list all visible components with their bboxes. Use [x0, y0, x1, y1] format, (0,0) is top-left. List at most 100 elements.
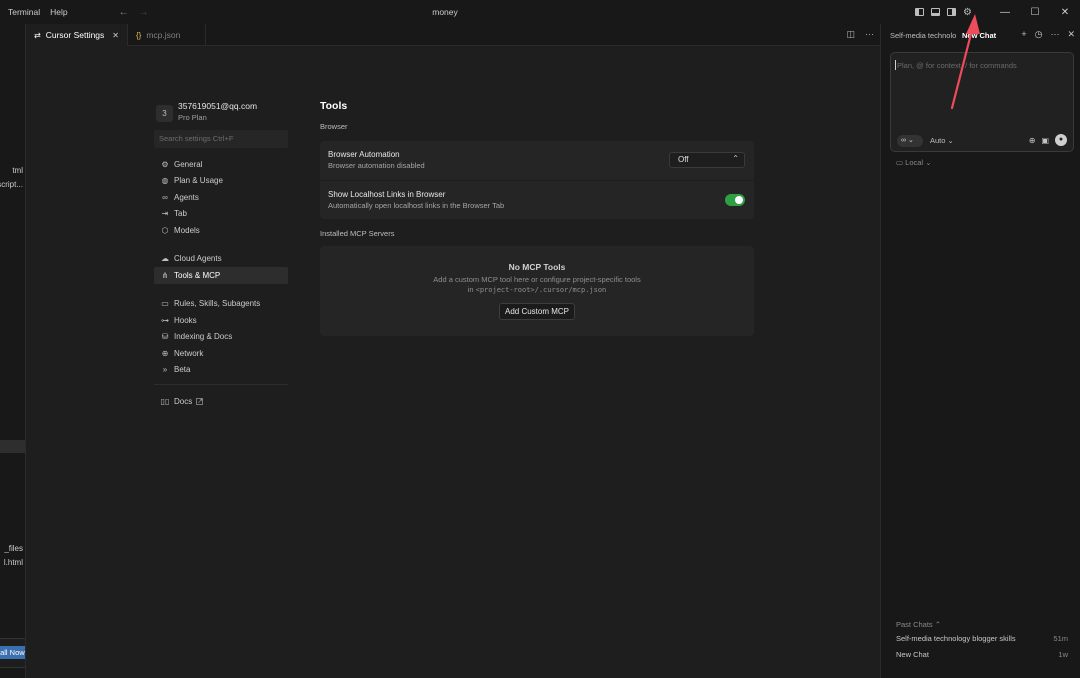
toggle-secondary-sidebar-icon[interactable]	[947, 8, 957, 16]
chevron-updown-icon: ⌃	[732, 154, 739, 163]
tab-label: mcp.json	[146, 30, 181, 40]
add-custom-mcp-button[interactable]: Add Custom MCP	[498, 303, 576, 320]
past-chats-heading[interactable]: Past Chats ⌃	[896, 620, 941, 629]
maximize-button[interactable]: ☐	[1020, 7, 1050, 18]
model-selector[interactable]: Auto ⌄	[930, 136, 954, 145]
past-chat-title: Self-media technology blogger skills	[896, 634, 1016, 643]
nav-item-beta[interactable]: » Beta	[154, 362, 288, 379]
nav-item-label: Agents	[174, 192, 199, 202]
nav-item-general[interactable]: ⚙ General	[154, 156, 288, 173]
explorer-sidebar-fragment: tml script... _files l.html tall Now	[0, 24, 26, 678]
explorer-item[interactable]: script...	[0, 180, 23, 189]
page-title: Tools	[320, 100, 348, 112]
settings-nav: ⚙ General ◍ Plan & Usage ∞ Agents ⇥ Tab …	[154, 156, 288, 410]
nav-item-label: Beta	[174, 365, 191, 375]
editor-area: ⇄ Cursor Settings ✕ {} mcp.json ◫ ··· 3 …	[26, 24, 880, 678]
close-window-button[interactable]: ✕	[1050, 7, 1080, 18]
agent-mode-selector[interactable]: ∞ ⌄	[897, 135, 923, 147]
past-chat-title: New Chat	[896, 650, 929, 659]
explorer-item[interactable]: tml	[12, 166, 23, 175]
gear-icon: ⚙	[161, 159, 169, 169]
chat-panel: Self-media technolo New Chat + ◷ ··· ✕ P…	[880, 24, 1080, 678]
explorer-item[interactable]: l.html	[4, 558, 23, 567]
plus-icon[interactable]: +	[1021, 29, 1026, 40]
settings-sliders-icon: ⇄	[34, 30, 41, 40]
model-label: Auto	[930, 136, 946, 145]
nav-item-label: Tab	[174, 209, 187, 219]
nav-item-cloud-agents[interactable]: ☁ Cloud Agents	[154, 251, 288, 268]
nav-divider	[154, 384, 288, 385]
chat-tab-new-chat[interactable]: New Chat	[962, 31, 996, 40]
nav-item-models[interactable]: ⬡ Models	[154, 222, 288, 239]
nav-item-hooks[interactable]: ⊶ Hooks	[154, 312, 288, 329]
empty-state-title: No MCP Tools	[508, 262, 566, 272]
nav-item-tab[interactable]: ⇥ Tab	[154, 206, 288, 223]
past-chat-time: 1w	[1058, 650, 1068, 659]
nav-item-rules[interactable]: ▭ Rules, Skills, Subagents	[154, 296, 288, 313]
settings-search-input[interactable]: Search settings Ctrl+F	[154, 130, 288, 148]
more-actions-icon[interactable]: ···	[865, 29, 874, 40]
past-chat-item[interactable]: New Chat 1w	[896, 650, 1068, 659]
toggle-primary-sidebar-icon[interactable]	[915, 8, 925, 16]
nav-item-label: General	[174, 159, 203, 169]
external-link-icon: ↗	[196, 397, 204, 405]
past-chats-label: Past Chats	[896, 620, 933, 629]
mcp-section-heading: Installed MCP Servers	[320, 229, 395, 238]
browser-settings-card: Browser Automation Browser automation di…	[320, 141, 754, 219]
chat-input-placeholder: Plan, @ for context, / for commands	[895, 60, 1017, 70]
chat-actions: + ◷ ··· ✕	[1021, 29, 1075, 40]
nav-item-label: Tools & MCP	[174, 270, 221, 280]
image-icon[interactable]: ▣	[1041, 136, 1049, 145]
browser-automation-select[interactable]: Off ⌃	[669, 152, 745, 168]
chevrons-icon: »	[162, 365, 168, 375]
browser-automation-row: Browser Automation Browser automation di…	[320, 141, 754, 180]
nav-item-agents[interactable]: ∞ Agents	[154, 189, 288, 206]
nav-item-label: Cloud Agents	[174, 254, 222, 264]
explorer-item[interactable]: _files	[4, 544, 23, 553]
cube-icon: ⬡	[161, 225, 169, 235]
history-icon[interactable]: ◷	[1035, 29, 1043, 40]
toggle-panel-icon[interactable]	[931, 8, 941, 16]
globe-icon[interactable]: ⊕	[1029, 136, 1036, 145]
close-icon[interactable]: ✕	[1067, 29, 1075, 40]
environment-selector[interactable]: ▭ Local ⌄	[896, 158, 931, 167]
more-actions-icon[interactable]: ···	[1050, 29, 1059, 40]
nav-item-label: Hooks	[174, 315, 197, 325]
explorer-selected-row[interactable]	[0, 440, 25, 453]
chat-tab-self-media[interactable]: Self-media technolo	[890, 31, 960, 40]
setting-title: Show Localhost Links in Browser	[328, 190, 446, 199]
browser-section-heading: Browser	[320, 122, 348, 131]
account-summary: 3 357619051@qq.com Pro Plan	[156, 100, 257, 123]
nav-item-indexing-docs[interactable]: ⛁ Indexing & Docs	[154, 329, 288, 346]
setting-description: Automatically open localhost links in th…	[328, 201, 505, 210]
settings-gear-icon[interactable]: ⚙	[963, 7, 972, 18]
chat-input-box[interactable]: Plan, @ for context, / for commands ∞ ⌄ …	[890, 52, 1074, 152]
nav-item-plan-usage[interactable]: ◍ Plan & Usage	[154, 173, 288, 190]
tab-cursor-settings[interactable]: ⇄ Cursor Settings ✕	[26, 24, 128, 46]
nav-item-label: Models	[174, 225, 200, 235]
editor-actions: ◫ ···	[846, 29, 874, 40]
tab-mcp-json[interactable]: {} mcp.json	[128, 24, 206, 46]
empty-state-path-line: in <project-root>/.cursor/mcp.json	[320, 285, 754, 295]
infinity-icon: ∞	[901, 137, 906, 144]
localhost-links-toggle[interactable]	[725, 194, 745, 206]
title-bar: Terminal Help ← → money ⚙ — ☐ ✕	[0, 0, 1080, 24]
nav-item-docs[interactable]: ▯▯ Docs ↗	[154, 393, 288, 410]
tools-mcp-content: Tools Browser Browser Automation Browser…	[320, 100, 754, 336]
database-icon: ⛁	[161, 332, 169, 342]
nav-item-tools-mcp[interactable]: ⋔ Tools & MCP	[154, 267, 288, 284]
cloud-icon: ☁	[161, 254, 169, 264]
install-now-button[interactable]: tall Now	[0, 646, 25, 659]
chat-input-icons: ⊕ ▣ ●	[1029, 134, 1067, 146]
empty-state-description: Add a custom MCP tool here or configure …	[433, 275, 641, 284]
nav-item-network[interactable]: ⊕ Network	[154, 345, 288, 362]
microphone-icon[interactable]: ●	[1055, 134, 1067, 146]
tools-icon: ⋔	[161, 270, 169, 280]
split-editor-icon[interactable]: ◫	[846, 29, 855, 40]
past-chat-item[interactable]: Self-media technology blogger skills 51m	[896, 634, 1068, 643]
tab-arrow-icon: ⇥	[161, 209, 169, 219]
title-bar-controls: ⚙ — ☐ ✕	[915, 0, 1080, 24]
close-icon[interactable]: ✕	[112, 31, 119, 40]
minimize-button[interactable]: —	[990, 7, 1020, 18]
